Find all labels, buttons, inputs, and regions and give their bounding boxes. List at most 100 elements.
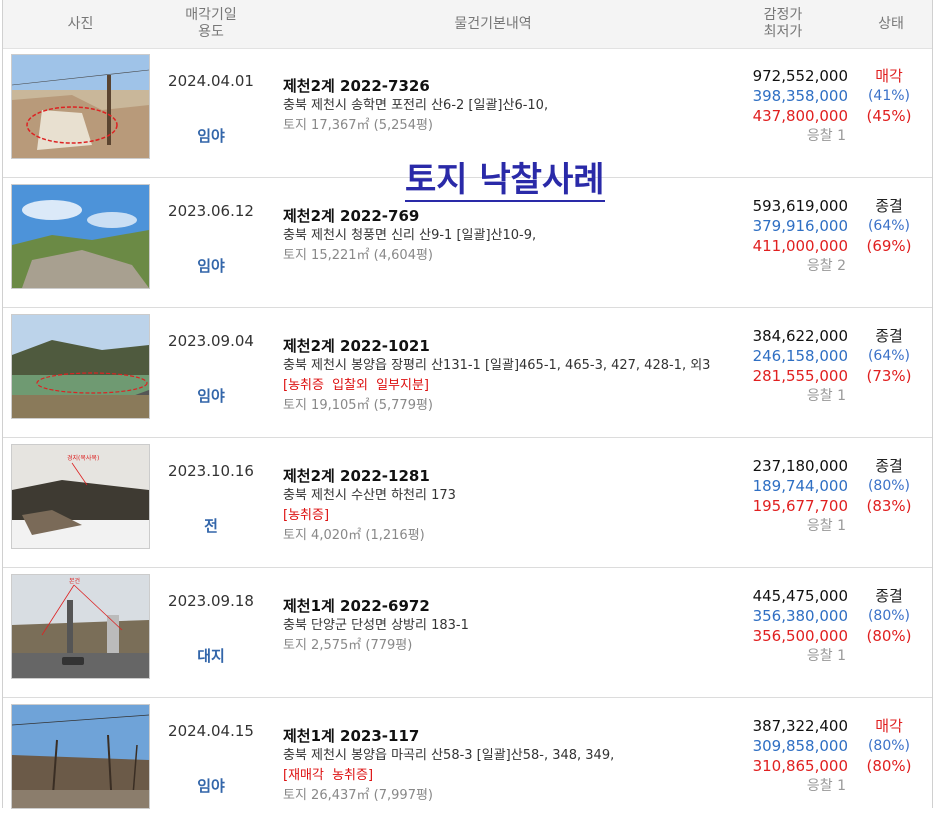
overlay-title: 토지 낙찰사례 xyxy=(405,160,605,202)
bid-count: 응찰 1 xyxy=(806,778,846,794)
land-area: 토지 19,105㎡ (5,779평) xyxy=(283,398,433,413)
bid-count: 응찰 1 xyxy=(806,128,846,144)
bid-count: 응찰 2 xyxy=(806,258,846,274)
status-badge: 매각 xyxy=(875,717,903,735)
sold-price: 411,000,000 xyxy=(752,237,848,255)
land-use: 전 xyxy=(204,517,218,535)
case-number[interactable]: 제천2계 2022-769 xyxy=(283,206,723,226)
table-row[interactable]: 2024.04.15 임야 제천1계 2023-117 충북 제천시 봉양읍 마… xyxy=(3,698,932,828)
appraisal-price: 445,475,000 xyxy=(752,587,848,605)
property-photo[interactable] xyxy=(11,54,150,159)
table-header: 사진 매각기일 용도 물건기본내역 감정가 최저가 상태 xyxy=(3,0,932,49)
special-notes: [농취증] xyxy=(283,508,330,523)
land-use: 임야 xyxy=(197,387,225,405)
special-notes: [농취증 입찰외 일부지분] xyxy=(283,378,430,393)
price-block: 593,619,000 379,916,000 411,000,000 응찰 2 xyxy=(753,196,848,276)
header-date-use: 매각기일 용도 xyxy=(185,7,237,40)
minimum-percent: (80%) xyxy=(867,608,911,624)
bid-count: 응찰 1 xyxy=(806,648,846,664)
photo-image xyxy=(12,55,149,158)
header-details: 물건기본내역 xyxy=(454,15,532,32)
property-photo[interactable]: 경지(복사목) xyxy=(11,444,150,549)
address: 충북 제천시 청풍면 신리 산9-1 [일괄]산10-9, xyxy=(283,228,537,243)
case-number[interactable]: 제천2계 2022-1021 xyxy=(283,336,723,356)
address: 충북 제천시 송학면 포전리 산6-2 [일괄]산6-10, xyxy=(283,98,549,113)
sold-price: 195,677,700 xyxy=(752,497,848,515)
sold-percent: (45%) xyxy=(866,107,912,125)
sold-percent: (83%) xyxy=(866,497,912,515)
minimum-percent: (41%) xyxy=(867,88,911,104)
photo-caption: 본건 xyxy=(69,577,80,585)
price-block: 237,180,000 189,744,000 195,677,700 응찰 1 xyxy=(753,456,848,536)
auction-date: 2023.10.16 xyxy=(168,462,254,480)
property-info: 제천1계 2022-6972 충북 단양군 단성면 상방리 183-1 토지 2… xyxy=(283,596,723,656)
price-block: 445,475,000 356,380,000 356,500,000 응찰 1 xyxy=(753,586,848,666)
sold-price: 437,800,000 xyxy=(752,107,848,125)
property-photo[interactable] xyxy=(11,184,150,289)
sold-percent: (80%) xyxy=(866,757,912,775)
sold-price: 310,865,000 xyxy=(752,757,848,775)
minimum-price: 356,380,000 xyxy=(752,607,848,625)
address: 충북 단양군 단성면 상방리 183-1 xyxy=(283,618,469,633)
minimum-price: 189,744,000 xyxy=(752,477,848,495)
status-badge: 종결 xyxy=(875,197,903,215)
auction-date: 2023.06.12 xyxy=(168,202,254,220)
sold-percent: (69%) xyxy=(866,237,912,255)
sold-price: 356,500,000 xyxy=(752,627,848,645)
status-block: 종결 (64%) (69%) xyxy=(856,196,922,256)
status-block: 매각 (80%) (80%) xyxy=(856,716,922,776)
sold-percent: (80%) xyxy=(866,627,912,645)
photo-image: 본건 xyxy=(12,575,149,678)
property-photo[interactable] xyxy=(11,704,150,809)
photo-image xyxy=(12,705,149,808)
property-info: 제천2계 2022-1281 충북 제천시 수산면 하천리 173 [농취증] … xyxy=(283,466,723,546)
photo-image xyxy=(12,315,149,418)
minimum-percent: (64%) xyxy=(867,218,911,234)
address: 충북 제천시 봉양읍 마곡리 산58-3 [일괄]산58-, 348, 349, xyxy=(283,748,615,763)
minimum-percent: (80%) xyxy=(867,478,911,494)
land-area: 토지 26,437㎡ (7,997평) xyxy=(283,788,433,803)
case-number[interactable]: 제천1계 2023-117 xyxy=(283,726,723,746)
auction-date: 2023.09.04 xyxy=(168,332,254,350)
price-block: 387,322,400 309,858,000 310,865,000 응찰 1 xyxy=(753,716,848,796)
land-use: 임야 xyxy=(197,257,225,275)
minimum-percent: (64%) xyxy=(867,348,911,364)
auction-date: 2024.04.15 xyxy=(168,722,254,740)
case-number[interactable]: 제천2계 2022-7326 xyxy=(283,76,723,96)
price-block: 972,552,000 398,358,000 437,800,000 응찰 1 xyxy=(753,66,848,146)
status-badge: 매각 xyxy=(875,67,903,85)
property-info: 제천2계 2022-769 충북 제천시 청풍면 신리 산9-1 [일괄]산10… xyxy=(283,206,723,266)
land-use: 대지 xyxy=(197,647,225,665)
land-area: 토지 17,367㎡ (5,254평) xyxy=(283,118,433,133)
minimum-price: 398,358,000 xyxy=(752,87,848,105)
bid-count: 응찰 1 xyxy=(806,388,846,404)
case-number[interactable]: 제천1계 2022-6972 xyxy=(283,596,723,616)
appraisal-price: 384,622,000 xyxy=(752,327,848,345)
table-row[interactable]: 2024.04.01 임야 제천2계 2022-7326 충북 제천시 송학면 … xyxy=(3,48,932,178)
property-photo[interactable] xyxy=(11,314,150,419)
property-photo[interactable]: 본건 xyxy=(11,574,150,679)
case-number[interactable]: 제천2계 2022-1281 xyxy=(283,466,723,486)
appraisal-price: 237,180,000 xyxy=(752,457,848,475)
minimum-price: 379,916,000 xyxy=(752,217,848,235)
property-info: 제천2계 2022-1021 충북 제천시 봉양읍 장평리 산131-1 [일괄… xyxy=(283,336,723,416)
status-block: 매각 (41%) (45%) xyxy=(856,66,922,126)
status-badge: 종결 xyxy=(875,457,903,475)
land-use: 임야 xyxy=(197,777,225,795)
auction-table: 사진 매각기일 용도 물건기본내역 감정가 최저가 상태 2024.04.01 … xyxy=(2,0,933,809)
table-row[interactable]: 2023.09.04 임야 제천2계 2022-1021 충북 제천시 봉양읍 … xyxy=(3,308,932,438)
minimum-price: 246,158,000 xyxy=(752,347,848,365)
table-row[interactable]: 본건 2023.09.18 대지 제천1계 2022-6972 충북 단양군 단… xyxy=(3,568,932,698)
status-block: 종결 (80%) (80%) xyxy=(856,586,922,646)
header-photo: 사진 xyxy=(67,15,94,32)
status-badge: 종결 xyxy=(875,587,903,605)
table-row[interactable]: 경지(복사목) 2023.10.16 전 제천2계 2022-1281 충북 제… xyxy=(3,438,932,568)
sold-price: 281,555,000 xyxy=(752,367,848,385)
sold-percent: (73%) xyxy=(866,367,912,385)
land-area: 토지 4,020㎡ (1,216평) xyxy=(283,528,425,543)
minimum-price: 309,858,000 xyxy=(752,737,848,755)
photo-image xyxy=(12,185,149,288)
header-appraisal: 감정가 최저가 xyxy=(763,7,803,40)
property-info: 제천1계 2023-117 충북 제천시 봉양읍 마곡리 산58-3 [일괄]산… xyxy=(283,726,723,806)
status-block: 종결 (80%) (83%) xyxy=(856,456,922,516)
